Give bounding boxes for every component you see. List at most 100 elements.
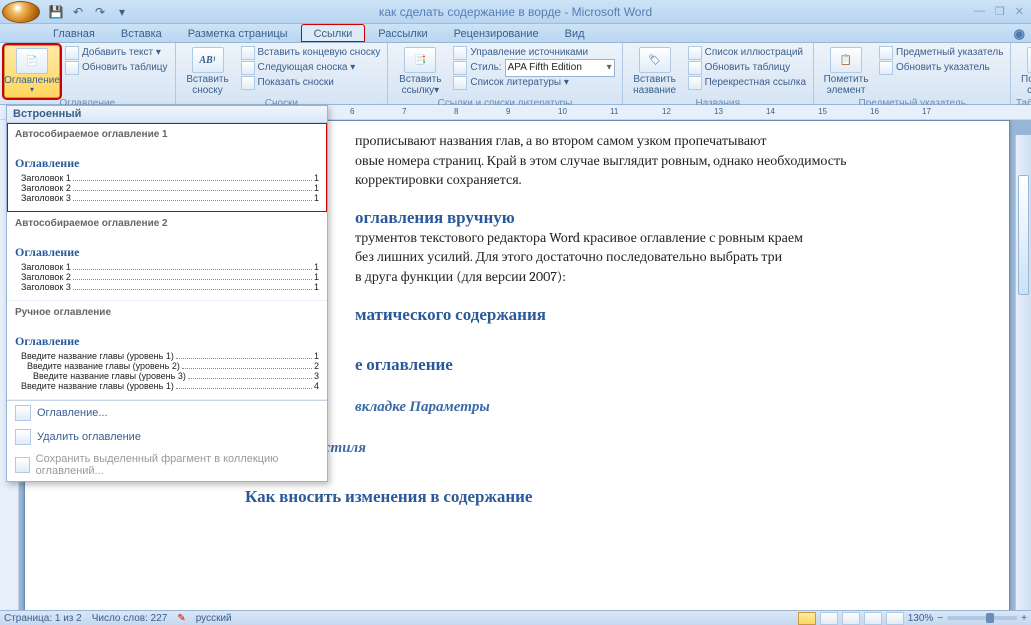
toc-custom-menu[interactable]: Оглавление... xyxy=(7,401,327,425)
status-bar: Страница: 1 из 2 Число слов: 227 ✎ русск… xyxy=(0,610,1031,625)
style-label: Стиль: xyxy=(470,62,501,73)
toc-preview-line: Введите название главы (уровень 3)3 xyxy=(33,371,319,381)
insert-citation-button[interactable]: 📑 Вставить ссылку▾ xyxy=(392,45,448,98)
office-button[interactable] xyxy=(2,1,40,23)
delete-icon xyxy=(15,429,31,445)
group-citations: 📑 Вставить ссылку▾ Управление источникам… xyxy=(388,43,622,104)
tab-mailings[interactable]: Рассылки xyxy=(365,24,440,42)
body-text: трументов текстового редактора Word крас… xyxy=(355,228,949,248)
show-footnotes-button[interactable]: Показать сноски xyxy=(238,75,384,90)
style-row: Стиль: APA Fifth Edition xyxy=(450,60,617,75)
view-print-layout[interactable] xyxy=(798,612,816,625)
toc-preview-line: Заголовок 31 xyxy=(21,282,319,292)
body-text: овые номера страниц. Край в этом случае … xyxy=(355,151,949,171)
heading: матического содержания xyxy=(355,305,949,325)
restore-button[interactable]: ❐ xyxy=(992,5,1008,18)
save-icon xyxy=(15,457,30,473)
toc-preview-line: Заголовок 31 xyxy=(21,193,319,203)
insert-footnote-button[interactable]: AB¹ Вставить сноску xyxy=(180,45,236,98)
tab-references[interactable]: Ссылки xyxy=(301,24,366,42)
ribbon-tabs: Главная Вставка Разметка страницы Ссылки… xyxy=(0,24,1031,43)
insert-caption-button[interactable]: 🏷 Вставить название xyxy=(627,45,683,98)
status-page[interactable]: Страница: 1 из 2 xyxy=(4,613,82,624)
toc-button[interactable]: 📄 Оглавление ▾ xyxy=(4,45,60,98)
style-combo[interactable]: APA Fifth Edition xyxy=(505,59,615,77)
toc-template-auto1[interactable]: Автособираемое оглавление 1 Оглавление З… xyxy=(7,123,327,212)
mark-citation-icon: 📎 xyxy=(1027,47,1031,73)
group-toa: 📎 Пометить ссылку Таблица ссылок xyxy=(1011,43,1031,104)
toc-preview-line: Введите название главы (уровень 1)4 xyxy=(21,381,319,391)
list-icon xyxy=(15,405,31,421)
zoom-slider[interactable] xyxy=(947,616,1017,620)
toc-preview-line: Введите название главы (уровень 2)2 xyxy=(27,361,319,371)
help-icon[interactable]: ◉ xyxy=(1014,26,1025,42)
ruler-mark: 6 xyxy=(350,107,354,116)
view-web-layout[interactable] xyxy=(842,612,860,625)
toc-template-auto2[interactable]: Автособираемое оглавление 2 Оглавление З… xyxy=(7,212,327,301)
ruler-mark: 11 xyxy=(610,107,618,116)
view-full-screen[interactable] xyxy=(820,612,838,625)
toc-gallery-panel: Встроенный Автособираемое оглавление 1 О… xyxy=(6,105,328,482)
status-proofing-icon[interactable]: ✎ xyxy=(177,613,185,624)
mark-entry-button[interactable]: 📋 Пометить элемент xyxy=(818,45,874,98)
ruler-mark: 12 xyxy=(662,107,671,116)
tab-insert[interactable]: Вставка xyxy=(108,24,175,42)
ruler-mark: 17 xyxy=(922,107,931,116)
toc-preview-line: Заголовок 11 xyxy=(21,173,319,183)
toc-preview-line: Заголовок 21 xyxy=(21,183,319,193)
tab-view[interactable]: Вид xyxy=(552,24,598,42)
title-bar: 💾 ↶ ↷ ▾ как сделать содержание в ворде -… xyxy=(0,0,1031,24)
mark-citation-button[interactable]: 📎 Пометить ссылку xyxy=(1015,45,1031,98)
minimize-button[interactable]: — xyxy=(971,5,988,18)
body-text: без лишних усилий. Для этого достаточно … xyxy=(355,247,949,267)
insert-index-button[interactable]: Предметный указатель xyxy=(876,45,1006,60)
update-table-button[interactable]: Обновить таблицу xyxy=(62,60,171,75)
next-footnote-button[interactable]: Следующая сноска ▾ xyxy=(238,60,384,75)
update-index-button[interactable]: Обновить указатель xyxy=(876,60,1006,75)
toc-template-title: Ручное оглавление xyxy=(15,307,319,318)
footnote-icon: AB¹ xyxy=(192,47,224,73)
toc-gallery-header: Встроенный xyxy=(7,106,327,123)
status-language[interactable]: русский xyxy=(196,613,232,624)
toc-template-manual[interactable]: Ручное оглавление Оглавление Введите наз… xyxy=(7,301,327,400)
zoom-level[interactable]: 130% xyxy=(908,613,934,624)
list-of-figures-button[interactable]: Список иллюстраций xyxy=(685,45,809,60)
bibliography-button[interactable]: Список литературы ▾ xyxy=(450,75,617,90)
cross-reference-button[interactable]: Перекрестная ссылка xyxy=(685,75,809,90)
tab-layout[interactable]: Разметка страницы xyxy=(175,24,301,42)
group-index: 📋 Пометить элемент Предметный указатель … xyxy=(814,43,1011,104)
group-footnotes: AB¹ Вставить сноску Вставить концевую сн… xyxy=(176,43,389,104)
toc-remove-menu[interactable]: Удалить оглавление xyxy=(7,425,327,449)
mark-citation-label: Пометить ссылку xyxy=(1017,74,1031,96)
caption-icon: 🏷 xyxy=(639,47,671,73)
view-draft[interactable] xyxy=(886,612,904,625)
ruler-mark: 15 xyxy=(818,107,827,116)
vertical-scrollbar[interactable] xyxy=(1015,135,1031,610)
quick-access-toolbar: 💾 ↶ ↷ ▾ xyxy=(46,3,132,21)
toc-icon: 📄 xyxy=(16,48,48,74)
add-text-button[interactable]: Добавить текст ▾ xyxy=(62,45,171,60)
scroll-thumb[interactable] xyxy=(1018,175,1029,295)
qat-save[interactable]: 💾 xyxy=(46,3,66,21)
tab-review[interactable]: Рецензирование xyxy=(441,24,552,42)
heading: Как вносить изменения в содержание xyxy=(245,487,949,507)
status-words[interactable]: Число слов: 227 xyxy=(92,613,168,624)
insert-footnote-label: Вставить сноску xyxy=(182,74,234,96)
qat-undo[interactable]: ↶ xyxy=(68,3,88,21)
close-button[interactable]: ✕ xyxy=(1012,5,1027,18)
insert-endnote-button[interactable]: Вставить концевую сноску xyxy=(238,45,384,60)
toc-preview-heading: Оглавление xyxy=(15,245,319,260)
zoom-in[interactable]: + xyxy=(1021,613,1027,624)
view-outline[interactable] xyxy=(864,612,882,625)
zoom-out[interactable]: − xyxy=(937,613,943,624)
update-figures-button[interactable]: Обновить таблицу xyxy=(685,60,809,75)
qat-redo[interactable]: ↷ xyxy=(90,3,110,21)
toc-preview-line: Заголовок 21 xyxy=(21,272,319,282)
subheading: Настройка стиля xyxy=(245,438,949,457)
ruler-mark: 14 xyxy=(766,107,775,116)
ruler-mark: 10 xyxy=(558,107,567,116)
ruler-mark: 9 xyxy=(506,107,510,116)
tab-home[interactable]: Главная xyxy=(40,24,108,42)
subheading: вкладке Параметры xyxy=(355,397,949,416)
qat-dropdown[interactable]: ▾ xyxy=(112,3,132,21)
